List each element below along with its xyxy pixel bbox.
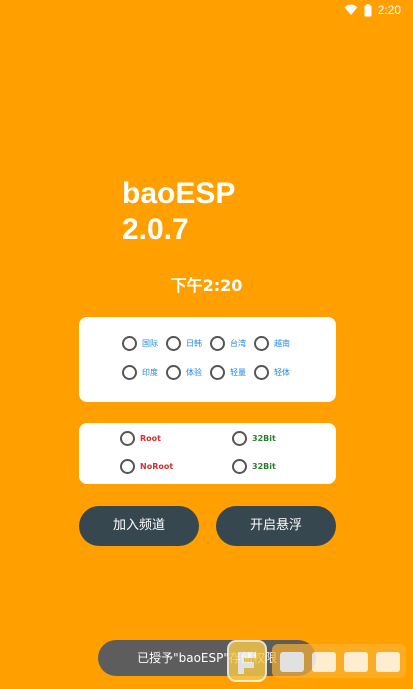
radio-root[interactable]: Root	[120, 431, 161, 446]
radio-circle	[232, 431, 247, 446]
wifi-icon	[344, 4, 358, 16]
app-version: 2.0.7	[122, 213, 189, 246]
radio-region-trial[interactable]: 体验	[166, 365, 210, 380]
radio-label: 印度	[142, 368, 158, 377]
radio-32bit-b[interactable]: 32Bit	[232, 459, 276, 474]
join-channel-button[interactable]: 加入频道	[79, 506, 199, 546]
radio-32bit-a[interactable]: 32Bit	[232, 431, 276, 446]
radio-label: 越南	[274, 339, 290, 348]
status-time: 2:20	[377, 3, 401, 17]
radio-label: 日韩	[186, 339, 202, 348]
radio-label: 体验	[186, 368, 202, 377]
radio-label: NoRoot	[140, 462, 174, 471]
app-name: baoESP	[122, 177, 236, 210]
clock-label: 下午2:20	[170, 276, 243, 295]
radio-region-vietnam[interactable]: 越南	[254, 336, 298, 351]
region-card: 国际 日韩 台湾 越南 印度 体验 轻量 轻体	[79, 317, 336, 402]
enable-float-button[interactable]: 开启悬浮	[216, 506, 336, 546]
radio-label: 32Bit	[252, 462, 276, 471]
status-bar: 2:20	[0, 0, 413, 22]
mode-card: Root 32Bit NoRoot 32Bit	[79, 423, 336, 484]
radio-region-japan-korea[interactable]: 日韩	[166, 336, 210, 351]
region-row-1: 国际 日韩 台湾 越南	[122, 336, 298, 351]
radio-label: 轻体	[274, 368, 290, 377]
radio-region-taiwan[interactable]: 台湾	[210, 336, 254, 351]
radio-circle	[210, 336, 225, 351]
radio-circle	[254, 365, 269, 380]
battery-icon	[364, 3, 372, 17]
radio-label: Root	[140, 434, 161, 443]
radio-circle	[120, 459, 135, 474]
radio-circle	[232, 459, 247, 474]
radio-circle	[120, 431, 135, 446]
radio-region-light[interactable]: 轻体	[254, 365, 298, 380]
radio-region-india[interactable]: 印度	[122, 365, 166, 380]
app-title: baoESP 2.0.7	[122, 176, 235, 248]
radio-circle	[122, 336, 137, 351]
radio-label: 32Bit	[252, 434, 276, 443]
radio-region-lite[interactable]: 轻量	[210, 365, 254, 380]
radio-label: 台湾	[230, 339, 246, 348]
radio-circle	[210, 365, 225, 380]
status-icons: 2:20	[344, 3, 401, 17]
radio-circle	[166, 336, 181, 351]
radio-label: 轻量	[230, 368, 246, 377]
radio-region-international[interactable]: 国际	[122, 336, 166, 351]
radio-noroot[interactable]: NoRoot	[120, 459, 173, 474]
radio-circle	[254, 336, 269, 351]
region-row-2: 印度 体验 轻量 轻体	[122, 365, 298, 380]
radio-circle	[166, 365, 181, 380]
site-watermark-logo	[224, 638, 410, 685]
radio-circle	[122, 365, 137, 380]
radio-label: 国际	[142, 339, 158, 348]
